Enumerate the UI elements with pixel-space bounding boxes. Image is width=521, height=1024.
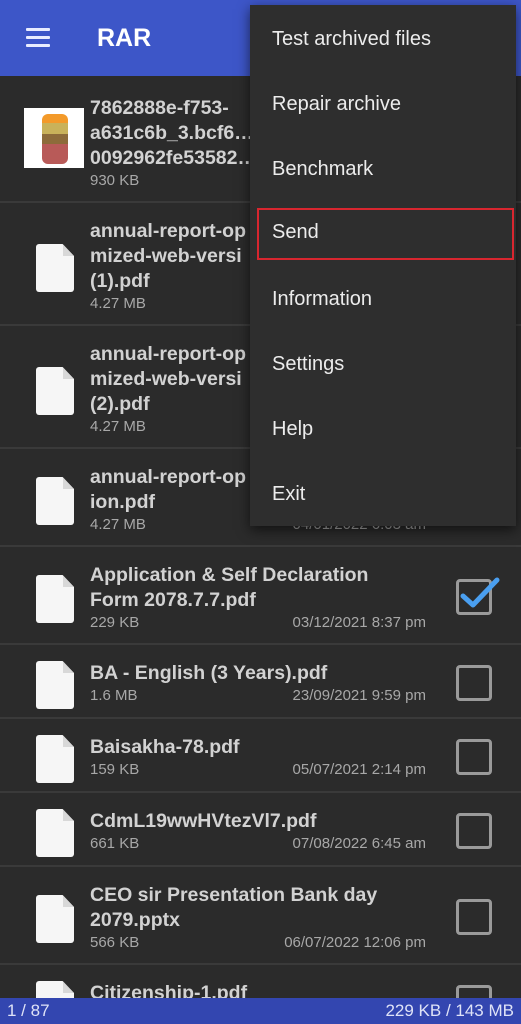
file-name: 2079.pptx [90, 909, 180, 931]
file-date: 07/08/2022 6:45 am [292, 835, 426, 852]
document-icon [36, 477, 74, 525]
select-checkbox[interactable] [456, 899, 492, 935]
file-size: 4.27 MB [90, 295, 146, 312]
file-row[interactable]: CEO sir Presentation Bank day 2079.pptx 56… [0, 867, 521, 965]
file-row[interactable]: BA - English (3 Years).pdf 1.6 MB 23/09/20… [0, 645, 521, 719]
selection-count: 1 / 87 [7, 1001, 50, 1020]
file-date: 03/12/2021 8:37 pm [292, 614, 426, 631]
selection-size: 229 KB / 143 MB [385, 1001, 514, 1020]
select-checkbox[interactable] [456, 813, 492, 849]
jar-picture [42, 114, 68, 164]
document-icon [36, 244, 74, 292]
file-date: 05/07/2021 2:14 pm [292, 761, 426, 778]
file-size: 566 KB [90, 934, 140, 951]
select-checkbox[interactable] [456, 577, 500, 615]
file-size: 930 KB [90, 172, 140, 189]
document-icon [36, 575, 74, 623]
document-icon [36, 735, 74, 783]
file-row[interactable]: CdmL19wwHVtezVl7.pdf 661 KB 07/08/2022 6:4… [0, 793, 521, 867]
file-size: 4.27 MB [90, 418, 146, 435]
file-name: Form 2078.7.7.pdf [90, 589, 256, 611]
menu-item-test-archived-files[interactable]: Test archived files [250, 7, 516, 72]
document-icon [36, 981, 74, 998]
file-row[interactable]: Citizenship-1.pdf [0, 965, 521, 998]
select-checkbox[interactable] [456, 665, 492, 701]
menu-item-send[interactable]: Send [257, 208, 514, 260]
file-name: CdmL19wwHVtezVl7.pdf [90, 810, 317, 832]
menu-item-benchmark[interactable]: Benchmark [250, 137, 516, 202]
file-size: 229 KB [90, 614, 140, 631]
file-size: 159 KB [90, 761, 140, 778]
status-bar: 1 / 87 229 KB / 143 MB [0, 998, 521, 1024]
document-icon [36, 367, 74, 415]
hamburger-icon[interactable] [26, 28, 50, 48]
file-name: CEO sir Presentation Bank day [90, 884, 378, 906]
menu-item-exit[interactable]: Exit [250, 462, 516, 527]
document-icon [36, 661, 74, 709]
file-name: Citizenship-1.pdf [90, 982, 248, 998]
menu-item-information[interactable]: Information [250, 267, 516, 332]
file-size: 4.27 MB [90, 516, 146, 533]
select-checkbox[interactable] [456, 739, 492, 775]
menu-item-help[interactable]: Help [250, 397, 516, 462]
file-name: BA - English (3 Years).pdf [90, 662, 328, 684]
select-checkbox[interactable] [456, 985, 492, 998]
file-size: 661 KB [90, 835, 140, 852]
file-date: 23/09/2021 9:59 pm [292, 687, 426, 704]
file-row[interactable]: Application & Self Declaration Form 2078.… [0, 547, 521, 645]
menu-item-repair-archive[interactable]: Repair archive [250, 72, 516, 137]
checkmark-icon [460, 577, 500, 608]
image-thumbnail [24, 108, 84, 168]
document-icon [36, 895, 74, 943]
file-date: 06/07/2022 12:06 pm [284, 934, 426, 951]
app-title: RAR [97, 24, 152, 52]
overflow-menu: Test archived files Repair archive Benchma… [250, 5, 516, 526]
document-icon [36, 809, 74, 857]
menu-item-settings[interactable]: Settings [250, 332, 516, 397]
file-row[interactable]: Baisakha-78.pdf 159 KB 05/07/2021 2:14 pm [0, 719, 521, 793]
file-size: 1.6 MB [90, 687, 138, 704]
file-name: Application & Self Declaration [90, 564, 369, 586]
file-name: Baisakha-78.pdf [90, 736, 240, 758]
